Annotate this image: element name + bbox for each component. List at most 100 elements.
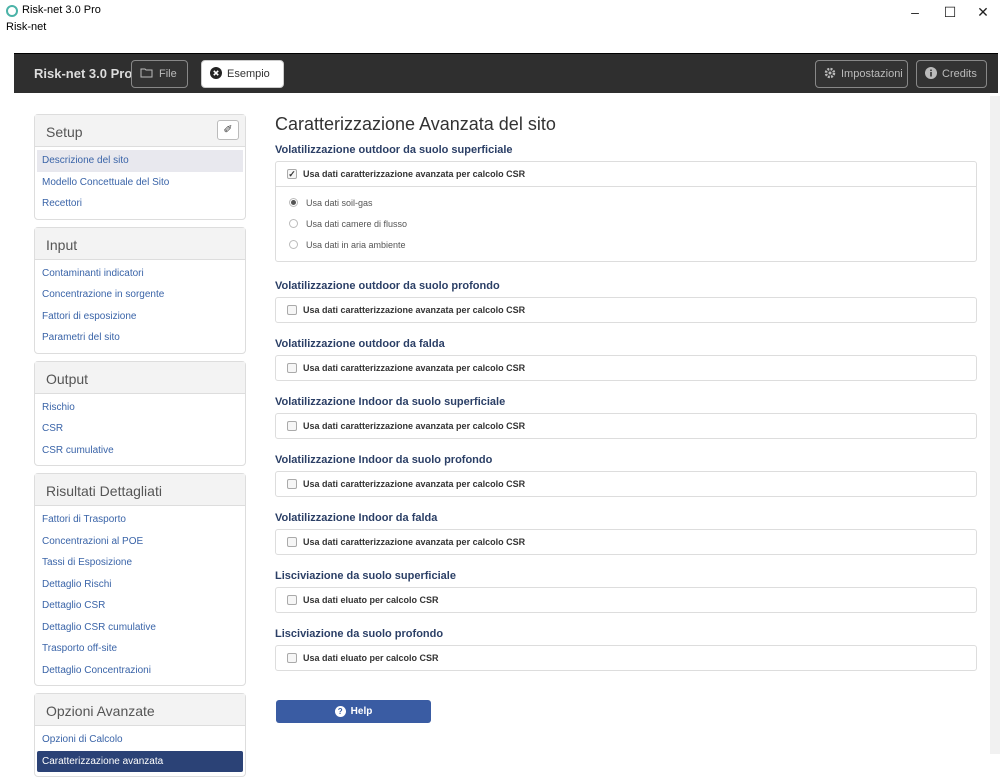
checkbox[interactable] — [287, 363, 297, 373]
sidebar-item-fattori-trasporto[interactable]: Fattori di Trasporto — [37, 509, 243, 531]
sidebar-item-opzioni-calcolo[interactable]: Opzioni di Calcolo — [37, 729, 243, 751]
sidebar-item-descrizione-sito[interactable]: Descrizione del sito — [37, 150, 243, 172]
section-title: Volatilizzazione Indoor da suolo profond… — [275, 454, 493, 466]
app-icon — [6, 5, 18, 17]
radio-aria-ambiente[interactable]: Usa dati in aria ambiente — [276, 234, 976, 255]
sidebar-item-csr-cumulative[interactable]: CSR cumulative — [37, 440, 243, 462]
risultati-title: Risultati Dettagliati — [46, 483, 162, 499]
help-button[interactable]: ? Help — [276, 700, 431, 723]
setup-panel: Setup ✐ Descrizione del sito Modello Con… — [34, 114, 246, 220]
checkbox-label: Usa dati caratterizzazione avanzata per … — [303, 169, 526, 179]
minimize-button[interactable]: – — [900, 4, 930, 20]
question-circle-icon: ? — [334, 706, 346, 717]
opzioni-panel-header: Opzioni Avanzate — [35, 694, 245, 726]
radio-label: Usa dati soil-gas — [306, 197, 373, 208]
checkbox-label: Usa dati eluato per calcolo CSR — [303, 595, 439, 605]
advanced-data-option[interactable]: Usa dati caratterizzazione avanzata per … — [276, 298, 976, 322]
main-content: Caratterizzazione Avanzata del sito Vola… — [275, 114, 977, 723]
section-title: Volatilizzazione Indoor da falda — [275, 512, 438, 524]
checkbox[interactable] — [287, 421, 297, 431]
checkbox-checked[interactable]: ✓ — [287, 169, 297, 179]
checkbox[interactable] — [287, 653, 297, 663]
eluate-data-option[interactable]: Usa dati eluato per calcolo CSR — [276, 646, 976, 670]
input-panel: Input Contaminanti indicatori Concentraz… — [34, 226, 246, 354]
setup-panel-header: Setup ✐ — [35, 115, 245, 147]
section-box: Usa dati caratterizzazione avanzata per … — [275, 471, 977, 497]
menu-risk-net[interactable]: Risk-net — [6, 21, 46, 33]
eluate-data-option[interactable]: Usa dati eluato per calcolo CSR — [276, 588, 976, 612]
output-title: Output — [46, 370, 89, 387]
maximize-button[interactable]: ☐ — [935, 4, 965, 21]
checkbox-label: Usa dati caratterizzazione avanzata per … — [303, 479, 526, 489]
section-title: Lisciviazione da suolo superficiale — [275, 570, 456, 582]
sidebar-item-dettaglio-concentrazioni[interactable]: Dettaglio Concentrazioni — [37, 660, 243, 682]
impostazioni-button-label: Impostazioni — [841, 68, 903, 80]
top-navbar: Risk-net 3.0 Pro File Esempio Impostazio… — [14, 53, 998, 93]
risultati-panel: Risultati Dettagliati Fattori di Traspor… — [34, 473, 246, 686]
advanced-data-option[interactable]: Usa dati caratterizzazione avanzata per … — [276, 472, 976, 496]
advanced-data-option[interactable]: ✓ Usa dati caratterizzazione avanzata pe… — [276, 162, 976, 186]
radio-label: Usa dati camere di flusso — [306, 218, 408, 229]
radio-button-selected[interactable] — [289, 198, 298, 207]
opzioni-title: Opzioni Avanzate — [46, 703, 155, 719]
section-title: Volatilizzazione Indoor da suolo superfi… — [275, 396, 506, 408]
sidebar-item-parametri-sito[interactable]: Parametri del sito — [37, 327, 243, 349]
sidebar-item-fattori-esposizione[interactable]: Fattori di esposizione — [37, 306, 243, 328]
file-button-label: File — [159, 68, 177, 80]
checkbox[interactable] — [287, 595, 297, 605]
impostazioni-button[interactable]: Impostazioni — [815, 60, 908, 88]
sidebar-item-dettaglio-rischi[interactable]: Dettaglio Rischi — [37, 574, 243, 596]
checkbox-label: Usa dati caratterizzazione avanzata per … — [303, 537, 526, 547]
window-titlebar: Risk-net 3.0 Pro Risk-net – ☐ ✕ — [0, 0, 1002, 38]
radio-camere-flusso[interactable]: Usa dati camere di flusso — [276, 213, 976, 234]
sidebar-item-contaminanti[interactable]: Contaminanti indicatori — [37, 263, 243, 285]
sidebar: Setup ✐ Descrizione del sito Modello Con… — [34, 114, 246, 784]
advanced-data-option[interactable]: Usa dati caratterizzazione avanzata per … — [276, 356, 976, 380]
input-title: Input — [46, 236, 78, 253]
help-button-label: Help — [350, 706, 373, 717]
section-box: Usa dati caratterizzazione avanzata per … — [275, 355, 977, 381]
section-box: Usa dati caratterizzazione avanzata per … — [275, 413, 977, 439]
advanced-data-option[interactable]: Usa dati caratterizzazione avanzata per … — [276, 414, 976, 438]
folder-open-icon — [140, 67, 154, 81]
page-title: Caratterizzazione Avanzata del sito — [275, 114, 556, 134]
file-button[interactable]: File — [131, 60, 188, 88]
sidebar-item-csr[interactable]: CSR — [37, 418, 243, 440]
advanced-data-option[interactable]: Usa dati caratterizzazione avanzata per … — [276, 530, 976, 554]
checkbox[interactable] — [287, 479, 297, 489]
info-icon — [925, 66, 937, 82]
checkbox-label: Usa dati caratterizzazione avanzata per … — [303, 363, 526, 373]
sidebar-item-rischio[interactable]: Rischio — [37, 397, 243, 419]
checkbox[interactable] — [287, 537, 297, 547]
esempio-button-label: Esempio — [227, 68, 270, 80]
section-box: Usa dati eluato per calcolo CSR — [275, 587, 977, 613]
sidebar-item-recettori[interactable]: Recettori — [37, 193, 243, 215]
sidebar-item-tassi-esposizione[interactable]: Tassi di Esposizione — [37, 552, 243, 574]
setup-title: Setup — [46, 124, 83, 140]
section-title: Volatilizzazione outdoor da suolo superf… — [275, 144, 513, 156]
sidebar-item-concentrazioni-poe[interactable]: Concentrazioni al POE — [37, 531, 243, 553]
radio-soil-gas[interactable]: Usa dati soil-gas — [276, 192, 976, 213]
sidebar-item-modello-concettuale[interactable]: Modello Concettuale del Sito — [37, 172, 243, 194]
sidebar-item-trasporto-off-site[interactable]: Trasporto off-site — [37, 638, 243, 660]
sidebar-item-dettaglio-csr-cumulative[interactable]: Dettaglio CSR cumulative — [37, 617, 243, 639]
radio-label: Usa dati in aria ambiente — [306, 239, 406, 250]
pin-button[interactable]: ✐ — [217, 120, 239, 140]
checkbox[interactable] — [287, 305, 297, 315]
section-title: Lisciviazione da suolo profondo — [275, 628, 444, 640]
checkbox-label: Usa dati caratterizzazione avanzata per … — [303, 421, 526, 431]
radio-button[interactable] — [289, 219, 298, 228]
close-button[interactable]: ✕ — [968, 4, 998, 21]
sidebar-item-dettaglio-csr[interactable]: Dettaglio CSR — [37, 595, 243, 617]
radio-button[interactable] — [289, 240, 298, 249]
opzioni-panel: Opzioni Avanzate Opzioni di Calcolo Cara… — [34, 693, 246, 777]
risultati-panel-header: Risultati Dettagliati — [35, 474, 245, 506]
section-box: ✓ Usa dati caratterizzazione avanzata pe… — [275, 161, 977, 262]
pin-icon: ✐ — [223, 124, 233, 136]
output-panel: Output Rischio CSR CSR cumulative — [34, 360, 246, 466]
credits-button[interactable]: Credits — [916, 60, 987, 88]
section-title: Volatilizzazione outdoor da suolo profon… — [275, 280, 500, 292]
esempio-button[interactable]: Esempio — [201, 60, 284, 88]
sidebar-item-concentrazione-sorgente[interactable]: Concentrazione in sorgente — [37, 284, 243, 306]
vertical-scrollbar[interactable] — [990, 96, 1000, 754]
